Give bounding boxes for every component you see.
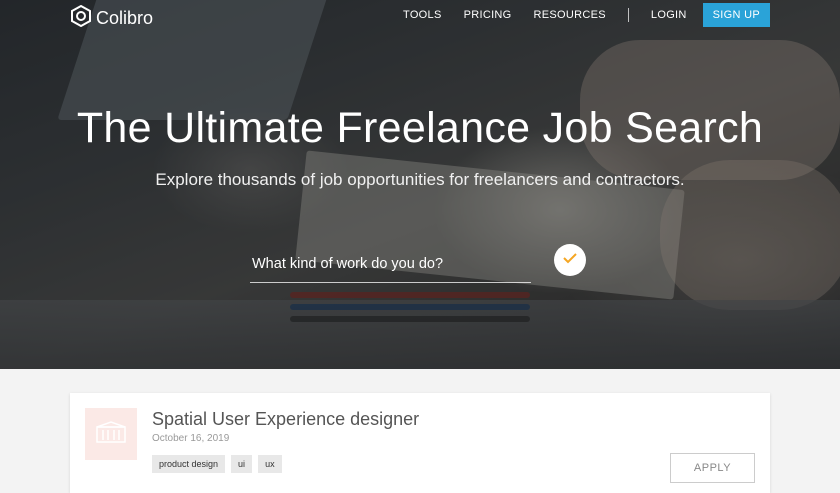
job-date: October 16, 2019 — [152, 433, 230, 444]
job-title[interactable]: Spatial User Experience designer — [152, 409, 419, 430]
signup-button[interactable]: SIGN UP — [702, 3, 770, 27]
search-submit-button[interactable] — [554, 244, 586, 276]
brand-name: Colibro — [96, 8, 154, 28]
work-search-input[interactable] — [252, 252, 532, 276]
hero-subtitle: Explore thousands of job opportunities f… — [155, 170, 685, 189]
search-underline — [250, 282, 531, 283]
apply-button[interactable]: APPLY — [670, 453, 755, 483]
nav-tools-link[interactable]: TOOLS — [403, 9, 442, 21]
company-thumbnail — [85, 408, 137, 460]
tag-ui[interactable]: ui — [231, 455, 253, 473]
building-icon — [96, 420, 126, 448]
login-link[interactable]: LOGIN — [651, 9, 687, 21]
hero-banner: Colibro TOOLS PRICING RESOURCES LOGIN SI… — [0, 0, 840, 369]
job-tags: product design ui ux — [152, 455, 288, 473]
nav-links: TOOLS PRICING RESOURCES LOGIN SIGN UP — [381, 3, 770, 27]
nav-divider — [627, 8, 629, 22]
top-navigation: Colibro TOOLS PRICING RESOURCES LOGIN SI… — [0, 0, 840, 32]
logo-icon — [70, 4, 96, 32]
tag-product-design[interactable]: product design — [152, 455, 226, 473]
hero-title: The Ultimate Freelance Job Search — [76, 104, 764, 152]
checkmark-icon — [562, 251, 578, 269]
nav-pricing-link[interactable]: PRICING — [464, 9, 512, 21]
nav-resources-link[interactable]: RESOURCES — [534, 9, 606, 21]
job-card[interactable]: Spatial User Experience designer October… — [70, 393, 770, 493]
tag-ux[interactable]: ux — [258, 455, 282, 473]
brand-logo[interactable]: Colibro — [70, 4, 154, 32]
